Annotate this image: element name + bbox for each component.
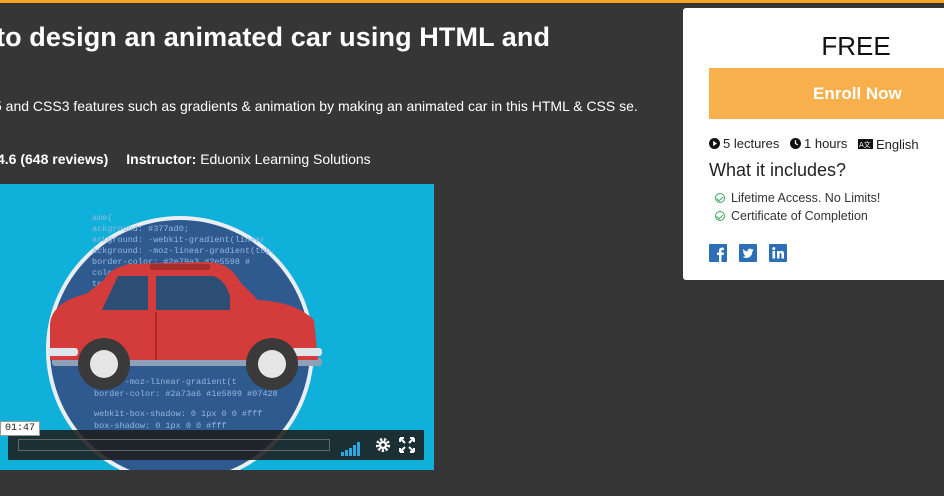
volume-icon[interactable] <box>341 438 361 456</box>
progress-track[interactable] <box>18 439 330 451</box>
code-line: ackground: -webkit-gradient(linear <box>92 235 265 245</box>
include-item: Lifetime Access. No Limits! <box>715 189 880 207</box>
course-facts: 5 lectures 1 hours A文 English <box>709 136 926 152</box>
svg-text:A文: A文 <box>859 140 871 149</box>
include-item: Certificate of Completion <box>715 207 880 225</box>
top-accent-bar <box>0 0 944 3</box>
facebook-icon[interactable] <box>709 244 727 262</box>
video-thumbnail: ame{ackground: #377ad0;ackground: -webki… <box>46 213 322 470</box>
course-title: to design an animated car using HTML and <box>0 22 551 52</box>
fullscreen-icon[interactable] <box>398 436 416 454</box>
duration-text: 1 hours <box>804 136 848 151</box>
linkedin-icon[interactable] <box>769 244 787 262</box>
code-line: ame{ <box>92 213 112 223</box>
include-item-label: Lifetime Access. No Limits! <box>731 191 881 205</box>
check-circle-icon <box>715 211 725 221</box>
code-line: border-color: #2a73a6 #1e5899 #07428 <box>94 389 278 399</box>
include-item-label: Certificate of Completion <box>731 209 868 223</box>
price-label: FREE <box>821 31 891 61</box>
language-fact: A文 English <box>858 137 919 152</box>
includes-heading: What it includes? <box>709 160 847 180</box>
course-description: 5 and CSS3 features such as gradients & … <box>0 98 638 114</box>
lectures-text: 5 lectures <box>723 136 780 151</box>
code-line: webkit-box-shadow: 0 1px 0 0 #fff <box>94 409 262 419</box>
enroll-now-button[interactable]: Enroll Now <box>709 68 944 119</box>
lectures-fact: 5 lectures <box>709 136 779 151</box>
includes-list: Lifetime Access. No Limits! Certificate … <box>715 189 880 225</box>
duration-fact: 1 hours <box>790 136 847 151</box>
language-icon: A文 <box>858 139 873 149</box>
play-circle-icon <box>709 138 720 149</box>
instructor-label: Instructor: <box>126 151 197 167</box>
video-player[interactable]: ame{ackground: #377ad0; ackground: -webki… <box>0 184 434 470</box>
social-share <box>709 244 787 262</box>
course-meta: 4.6 (648 reviews) Instructor: Eduonix Lea… <box>0 151 371 167</box>
course-sidebar-card: FREE Enroll Now 5 lectures 1 hours A文 En… <box>683 8 944 280</box>
settings-icon[interactable] <box>374 436 392 454</box>
language-text: English <box>876 136 919 152</box>
instructor-name[interactable]: Eduonix Learning Solutions <box>200 151 370 167</box>
rating-text: 4.6 (648 reviews) <box>0 151 109 167</box>
code-line: ackground: #377ad0; <box>92 224 189 234</box>
video-timestamp: 01:47 <box>0 421 41 436</box>
twitter-icon[interactable] <box>739 244 757 262</box>
check-circle-icon <box>715 193 725 203</box>
video-controls <box>8 430 424 460</box>
code-line: ackground: -moz-linear-gradient(top, <box>92 246 276 256</box>
clock-icon <box>790 138 801 149</box>
